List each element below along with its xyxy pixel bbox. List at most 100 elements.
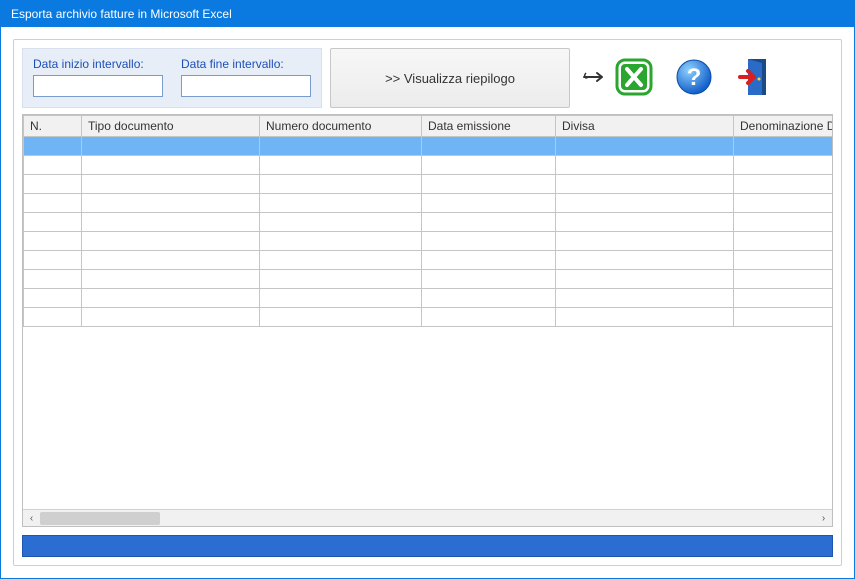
scroll-right-arrow[interactable]: › (815, 510, 832, 527)
cell-ditta[interactable] (734, 194, 834, 213)
cell-ditta[interactable] (734, 213, 834, 232)
scroll-left-arrow[interactable]: ‹ (23, 510, 40, 527)
exit-button[interactable] (730, 48, 786, 108)
table-row[interactable] (24, 251, 834, 270)
cell-data[interactable] (422, 270, 556, 289)
cell-n[interactable] (24, 232, 82, 251)
excel-icon (614, 57, 654, 100)
cell-n[interactable] (24, 270, 82, 289)
horizontal-scrollbar[interactable]: ‹ › (23, 509, 832, 526)
cell-n[interactable] (24, 156, 82, 175)
cell-numero[interactable] (260, 232, 422, 251)
cell-data[interactable] (422, 213, 556, 232)
cell-tipo[interactable] (82, 213, 260, 232)
cell-data[interactable] (422, 194, 556, 213)
cell-tipo[interactable] (82, 232, 260, 251)
grid-table: N.Tipo documentoNumero documentoData emi… (23, 115, 833, 327)
date-start-label: Data inizio intervallo: (33, 57, 163, 71)
cell-divisa[interactable] (556, 175, 734, 194)
date-start-field: Data inizio intervallo: (33, 57, 163, 97)
toolbar: Data inizio intervallo: Data fine interv… (22, 48, 833, 108)
cell-ditta[interactable] (734, 137, 834, 156)
table-row[interactable] (24, 156, 834, 175)
cell-ditta[interactable] (734, 175, 834, 194)
table-row[interactable] (24, 232, 834, 251)
table-row[interactable] (24, 137, 834, 156)
column-header-divisa[interactable]: Divisa (556, 116, 734, 137)
cell-tipo[interactable] (82, 308, 260, 327)
cell-numero[interactable] (260, 175, 422, 194)
cell-data[interactable] (422, 251, 556, 270)
table-row[interactable] (24, 175, 834, 194)
cell-divisa[interactable] (556, 194, 734, 213)
table-row[interactable] (24, 270, 834, 289)
cell-data[interactable] (422, 175, 556, 194)
cell-n[interactable] (24, 213, 82, 232)
cell-tipo[interactable] (82, 175, 260, 194)
cell-ditta[interactable] (734, 232, 834, 251)
cell-tipo[interactable] (82, 251, 260, 270)
cell-n[interactable] (24, 289, 82, 308)
cell-data[interactable] (422, 308, 556, 327)
cell-data[interactable] (422, 289, 556, 308)
table-row[interactable] (24, 289, 834, 308)
cell-data[interactable] (422, 232, 556, 251)
scroll-thumb[interactable] (40, 512, 160, 525)
cell-divisa[interactable] (556, 156, 734, 175)
cell-data[interactable] (422, 156, 556, 175)
cell-divisa[interactable] (556, 270, 734, 289)
cell-ditta[interactable] (734, 251, 834, 270)
cell-n[interactable] (24, 175, 82, 194)
cell-numero[interactable] (260, 137, 422, 156)
cell-numero[interactable] (260, 213, 422, 232)
cell-numero[interactable] (260, 308, 422, 327)
cell-ditta[interactable] (734, 308, 834, 327)
cell-ditta[interactable] (734, 289, 834, 308)
cell-tipo[interactable] (82, 137, 260, 156)
cell-divisa[interactable] (556, 308, 734, 327)
cell-numero[interactable] (260, 270, 422, 289)
date-end-label: Data fine intervallo: (181, 57, 311, 71)
cell-tipo[interactable] (82, 289, 260, 308)
cell-divisa[interactable] (556, 213, 734, 232)
view-summary-label: >> Visualizza riepilogo (385, 71, 515, 86)
cell-n[interactable] (24, 137, 82, 156)
date-start-input[interactable] (33, 75, 163, 97)
cell-numero[interactable] (260, 251, 422, 270)
table-row[interactable] (24, 194, 834, 213)
data-grid[interactable]: N.Tipo documentoNumero documentoData emi… (22, 114, 833, 527)
cell-tipo[interactable] (82, 156, 260, 175)
cell-numero[interactable] (260, 194, 422, 213)
export-excel-button[interactable] (578, 48, 658, 108)
window-titlebar: Esporta archivio fatture in Microsoft Ex… (1, 1, 854, 27)
cell-tipo[interactable] (82, 194, 260, 213)
view-summary-button[interactable]: >> Visualizza riepilogo (330, 48, 570, 108)
column-header-tipo[interactable]: Tipo documento (82, 116, 260, 137)
scroll-track[interactable] (40, 510, 815, 526)
cell-divisa[interactable] (556, 232, 734, 251)
cell-divisa[interactable] (556, 289, 734, 308)
cell-numero[interactable] (260, 156, 422, 175)
cell-data[interactable] (422, 137, 556, 156)
help-icon: ? (674, 57, 714, 100)
cell-numero[interactable] (260, 289, 422, 308)
help-button[interactable]: ? (666, 48, 722, 108)
status-bar (22, 535, 833, 557)
column-header-n[interactable]: N. (24, 116, 82, 137)
cell-ditta[interactable] (734, 156, 834, 175)
cell-tipo[interactable] (82, 270, 260, 289)
grid-empty-area (23, 327, 832, 509)
cell-divisa[interactable] (556, 137, 734, 156)
column-header-ditta[interactable]: Denominazione Ditta (734, 116, 834, 137)
cell-n[interactable] (24, 251, 82, 270)
cell-n[interactable] (24, 308, 82, 327)
svg-text:?: ? (687, 64, 702, 91)
table-row[interactable] (24, 213, 834, 232)
cell-ditta[interactable] (734, 270, 834, 289)
column-header-data[interactable]: Data emissione (422, 116, 556, 137)
column-header-numero[interactable]: Numero documento (260, 116, 422, 137)
cell-divisa[interactable] (556, 251, 734, 270)
table-row[interactable] (24, 308, 834, 327)
cell-n[interactable] (24, 194, 82, 213)
date-end-input[interactable] (181, 75, 311, 97)
